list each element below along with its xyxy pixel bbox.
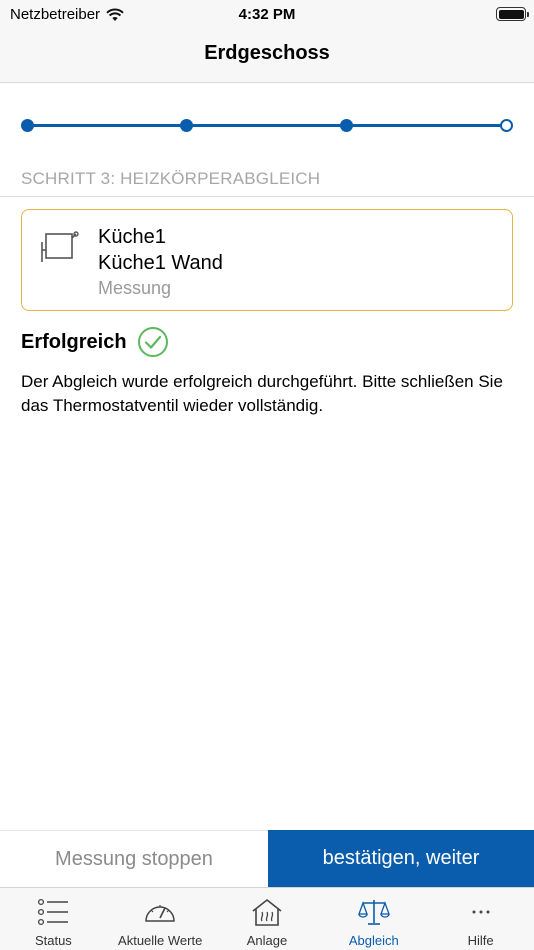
tab-bar: Status Aktuelle Werte Anlage Abgleich Hi… (0, 887, 534, 950)
tab-hilfe[interactable]: Hilfe (427, 888, 534, 950)
tab-aktuelle-werte[interactable]: Aktuelle Werte (107, 888, 214, 950)
list-icon (38, 898, 69, 926)
tab-label: Aktuelle Werte (118, 933, 203, 948)
tab-status[interactable]: Status (0, 888, 107, 950)
step-dot-2 (180, 119, 193, 132)
page-title: Erdgeschoss (204, 42, 330, 64)
gauge-icon (145, 905, 175, 922)
more-icon (472, 910, 490, 914)
confirm-continue-button[interactable]: bestätigen, weiter (268, 830, 534, 887)
step-dot-3 (340, 119, 353, 132)
radiator-icon (41, 231, 79, 262)
check-circle-icon (137, 327, 168, 357)
tab-label: Abgleich (348, 933, 399, 948)
tab-label: Anlage (246, 933, 288, 948)
step-dot-1 (21, 119, 34, 132)
house-heat-icon (252, 898, 282, 926)
tab-abgleich[interactable]: Abgleich (320, 888, 427, 950)
balance-scale-icon (357, 900, 390, 925)
navigation-bar: Erdgeschoss (0, 28, 534, 83)
status-bar: Netzbetreiber 4:32 PM (0, 0, 534, 28)
tab-label: Status (34, 933, 72, 948)
result-message: Der Abgleich wurde erfolgreich durchgefü… (21, 372, 503, 415)
stop-measurement-button[interactable]: Messung stoppen (0, 830, 268, 887)
tab-anlage[interactable]: Anlage (214, 888, 321, 950)
result-title: Erfolgreich (21, 330, 127, 353)
clock: 4:32 PM (238, 6, 296, 23)
divider (0, 196, 534, 197)
result-header: Erfolgreich (21, 326, 169, 358)
stepper-line (27, 124, 507, 127)
radiator-mode: Messung (98, 278, 172, 298)
step-dot-4 (500, 119, 513, 132)
room-name: Küche1 (98, 226, 166, 248)
action-bar: Messung stoppen bestätigen, weiter (0, 830, 534, 887)
radiator-card[interactable]: Küche1 Küche1 Wand Messung (21, 209, 513, 311)
tab-label: Hilfe (467, 933, 494, 948)
step-label: SCHRITT 3: HEIZKÖRPERABGLEICH (21, 169, 321, 188)
progress-stepper (21, 110, 513, 140)
radiator-name: Küche1 Wand (98, 252, 223, 274)
battery-icon (496, 7, 529, 21)
